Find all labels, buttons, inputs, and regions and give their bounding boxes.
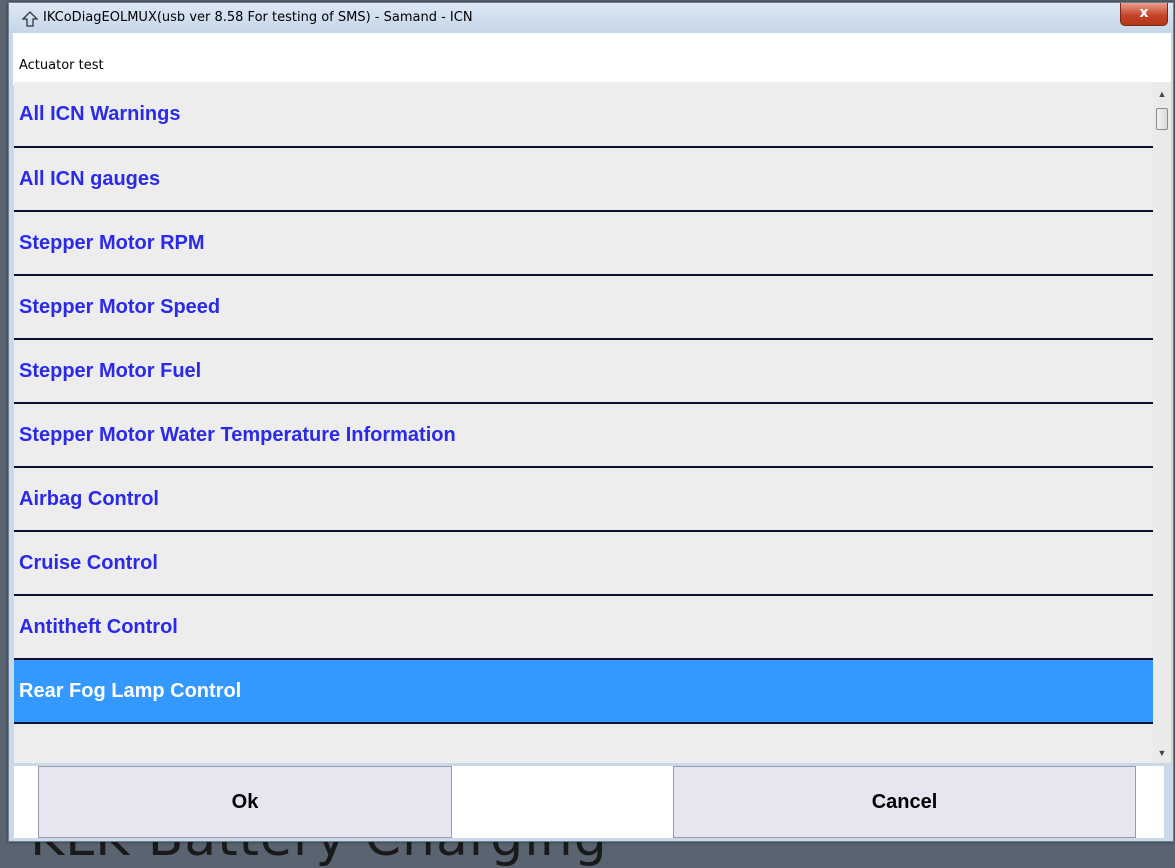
list-item[interactable]: Front Fog Lamp Control (14, 724, 1153, 763)
scroll-thumb[interactable] (1156, 108, 1168, 130)
list-item-label: Stepper Motor RPM (19, 231, 205, 254)
close-button[interactable]: x (1120, 3, 1168, 26)
list-item[interactable]: Stepper Motor Water Temperature Informat… (14, 404, 1153, 468)
list-item[interactable]: Cruise Control (14, 532, 1153, 596)
list-item-label: Stepper Motor Water Temperature Informat… (19, 423, 456, 446)
list-item[interactable]: All ICN gauges (14, 148, 1153, 212)
dialog-subtitle: Actuator test (19, 58, 104, 73)
button-bar: Ok Cancel (14, 766, 1164, 838)
ok-button[interactable]: Ok (38, 766, 452, 838)
list-item-label: All ICN Warnings (19, 102, 181, 125)
list-item[interactable]: Stepper Motor Speed (14, 276, 1153, 340)
scroll-down-arrow-icon[interactable]: ▼ (1153, 745, 1171, 761)
list-item-label: Airbag Control (19, 487, 159, 510)
scroll-up-arrow-icon[interactable]: ▲ (1153, 86, 1171, 102)
actuator-list[interactable]: All ICN Warnings All ICN gauges Stepper Mo… (14, 82, 1153, 763)
list-item-label: Stepper Motor Speed (19, 295, 221, 318)
vertical-scrollbar[interactable]: ▲ ▼ (1153, 82, 1171, 763)
list-item[interactable]: Stepper Motor Fuel (14, 340, 1153, 404)
window-title: IKCoDiagEOLMUX(usb ver 8.58 For testing … (43, 10, 473, 25)
list-item-label: Antitheft Control (19, 615, 178, 638)
list-item[interactable]: All ICN Warnings (14, 82, 1153, 148)
list-item-label: All ICN gauges (19, 167, 161, 190)
list-item[interactable]: Airbag Control (14, 468, 1153, 532)
title-bar[interactable]: IKCoDiagEOLMUX(usb ver 8.58 For testing … (9, 3, 1173, 33)
list-item-label: Rear Fog Lamp Control (19, 679, 242, 702)
list-item[interactable]: Antitheft Control (14, 596, 1153, 660)
list-item-label: Cruise Control (19, 551, 158, 574)
cancel-button[interactable]: Cancel (673, 766, 1136, 838)
list-item-label: Stepper Motor Fuel (19, 359, 202, 382)
app-icon (21, 11, 39, 27)
dialog-header: Actuator test (13, 33, 1171, 85)
list-item[interactable]: Rear Fog Lamp Control (14, 660, 1153, 724)
list-item[interactable]: Stepper Motor RPM (14, 212, 1153, 276)
